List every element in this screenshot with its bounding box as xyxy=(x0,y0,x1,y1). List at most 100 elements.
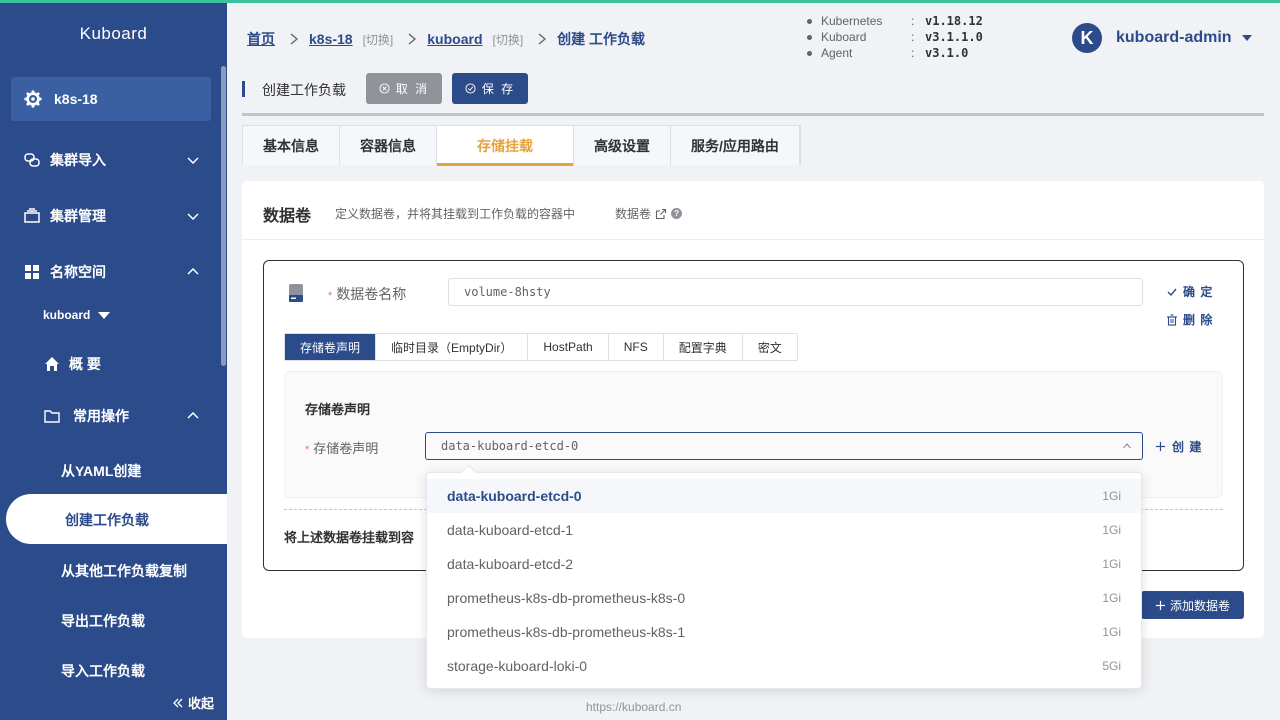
sidebar-item-label: 集群导入 xyxy=(50,152,106,168)
grid-icon xyxy=(24,264,40,280)
sidebar: Kuboard k8s-18 集群导入 集群管理 名称空间 kuboard 概 … xyxy=(0,0,227,720)
doc-link-label: 数据卷 xyxy=(615,207,652,221)
delete-button[interactable]: 删 除 xyxy=(1166,311,1213,328)
confirm-label: 确 定 xyxy=(1183,285,1214,299)
double-chevron-left-icon xyxy=(173,698,183,707)
close-circle-icon xyxy=(379,83,390,94)
card-header: 数据卷 定义数据卷，并将其挂载到工作负载的容器中 数据卷 ? xyxy=(242,181,1264,240)
option-name: storage-kuboard-loki-0 xyxy=(447,658,588,674)
tab-nfs[interactable]: NFS xyxy=(608,334,664,360)
chevron-down-icon xyxy=(187,157,199,165)
volume-name-input[interactable]: volume-8hsty xyxy=(448,278,1143,306)
caret-down-icon xyxy=(98,311,111,319)
chevron-up-icon xyxy=(1123,443,1131,449)
sidebar-scrollbar[interactable] xyxy=(221,66,227,706)
cluster-selector[interactable]: k8s-18 xyxy=(11,77,211,121)
tab-secret[interactable]: 密文 xyxy=(742,334,797,360)
sidebar-item-copy-workload[interactable]: 从其他工作负载复制 xyxy=(61,561,187,581)
confirm-button[interactable]: 确 定 xyxy=(1166,283,1213,300)
required-mark: * xyxy=(328,290,333,302)
tab-configmap[interactable]: 配置字典 xyxy=(663,334,743,360)
tab-storage-mount[interactable]: 存储挂载 xyxy=(437,126,574,166)
footer-link[interactable]: https://kuboard.cn xyxy=(586,700,681,714)
breadcrumb-namespace[interactable]: kuboard xyxy=(427,31,482,47)
dropdown-option[interactable]: data-kuboard-etcd-1 1Gi xyxy=(427,513,1141,547)
version-value: v3.1.1.0 xyxy=(925,30,983,44)
option-size: 1Gi xyxy=(1102,523,1121,537)
pvc-select[interactable]: data-kuboard-etcd-0 xyxy=(425,432,1143,460)
tab-hostpath[interactable]: HostPath xyxy=(528,334,609,360)
version-row: Agent: v3.1.0 xyxy=(807,45,983,61)
dropdown-option[interactable]: data-kuboard-etcd-0 1Gi xyxy=(427,479,1141,513)
sidebar-item-create-workload[interactable]: 创建工作负载 xyxy=(6,494,227,544)
pvc-label-text: 存储卷声明 xyxy=(313,441,379,456)
trash-icon xyxy=(1167,313,1177,326)
sidebar-item-cluster-import[interactable]: 集群导入 xyxy=(0,140,222,180)
tab-advanced-settings[interactable]: 高级设置 xyxy=(574,126,671,165)
option-size: 1Gi xyxy=(1102,625,1121,639)
required-mark: * xyxy=(305,444,310,456)
collapse-button[interactable]: 收起 xyxy=(172,693,214,712)
tab-basic-info[interactable]: 基本信息 xyxy=(243,126,340,165)
check-circle-icon xyxy=(465,83,476,94)
sidebar-item-export-workload[interactable]: 导出工作负载 xyxy=(61,611,145,631)
switch-cluster-link[interactable]: [切换] xyxy=(363,31,394,48)
volume-doc-link[interactable]: 数据卷 ? xyxy=(615,205,683,222)
tab-container-info[interactable]: 容器信息 xyxy=(340,126,437,165)
pvc-field-label: * 存储卷声明 xyxy=(305,438,378,457)
gear-icon xyxy=(23,89,43,109)
scrollbar-thumb[interactable] xyxy=(221,66,226,366)
version-name: Agent xyxy=(821,46,853,60)
create-pvc-button[interactable]: 创 建 xyxy=(1155,438,1202,455)
add-volume-label: 添加数据卷 xyxy=(1169,598,1230,613)
help-icon[interactable]: ? xyxy=(671,208,683,219)
dropdown-option[interactable]: storage-kuboard-loki-0 5Gi xyxy=(427,649,1141,683)
card-description: 定义数据卷，并将其挂载到工作负载的容器中 xyxy=(335,207,576,221)
switch-namespace-link[interactable]: [切换] xyxy=(493,31,524,48)
sidebar-item-common-ops[interactable]: 常用操作 xyxy=(0,396,222,436)
breadcrumb-cluster[interactable]: k8s-18 xyxy=(309,31,353,47)
bullet-dot xyxy=(807,34,812,40)
chevron-down-icon xyxy=(187,213,199,221)
sidebar-item-label: 创建工作负载 xyxy=(65,512,149,528)
page-toolbar: 创建工作负载 取 消 保 存 xyxy=(242,70,1264,116)
add-volume-button[interactable]: 添加数据卷 xyxy=(1141,591,1244,619)
page-title: 创建工作负载 xyxy=(262,82,346,98)
caret-down-icon xyxy=(1241,35,1252,41)
plus-icon xyxy=(1155,441,1166,452)
sidebar-item-namespace[interactable]: 名称空间 xyxy=(0,252,222,292)
header: 首页 k8s-18 [切换] kuboard [切换] 创建 工作负载 Kube… xyxy=(227,3,1280,65)
version-name: Kuboard xyxy=(821,30,867,44)
option-size: 1Gi xyxy=(1102,489,1121,503)
tab-emptydir[interactable]: 临时目录（EmptyDir） xyxy=(376,334,529,360)
avatar: K xyxy=(1072,23,1102,53)
app-title: Kuboard xyxy=(79,24,148,43)
breadcrumb-home[interactable]: 首页 xyxy=(247,29,275,49)
delete-label: 删 除 xyxy=(1183,313,1214,327)
sidebar-item-cluster-manage[interactable]: 集群管理 xyxy=(0,196,222,236)
box-icon xyxy=(24,208,40,224)
option-size: 5Gi xyxy=(1102,659,1121,673)
volume-name-text: 数据卷名称 xyxy=(336,286,407,302)
dropdown-option[interactable]: prometheus-k8s-db-prometheus-k8s-0 1Gi xyxy=(427,581,1141,615)
dropdown-option[interactable]: prometheus-k8s-db-prometheus-k8s-1 1Gi xyxy=(427,615,1141,649)
tab-service-route[interactable]: 服务/应用路由 xyxy=(671,126,800,165)
user-menu[interactable]: K kuboard-admin xyxy=(1072,23,1252,53)
version-value: v1.18.12 xyxy=(925,14,983,28)
namespace-selector[interactable]: kuboard xyxy=(43,308,111,322)
tab-pvc[interactable]: 存储卷声明 xyxy=(285,334,377,360)
sidebar-item-import-workload[interactable]: 导入工作负载 xyxy=(61,661,145,681)
chevron-right-icon xyxy=(290,33,299,45)
pvc-dropdown: data-kuboard-etcd-0 1Gi data-kuboard-etcd… xyxy=(426,472,1142,689)
dropdown-option[interactable]: data-kuboard-etcd-2 1Gi xyxy=(427,547,1141,581)
chevron-right-icon xyxy=(408,33,417,45)
sidebar-item-label: 名称空间 xyxy=(50,264,106,280)
save-button[interactable]: 保 存 xyxy=(452,73,528,104)
option-size: 1Gi xyxy=(1102,557,1121,571)
sidebar-item-from-yaml[interactable]: 从YAML创建 xyxy=(61,461,141,481)
version-row: Kubernetes: v1.18.12 xyxy=(807,13,983,29)
cancel-button[interactable]: 取 消 xyxy=(366,73,442,104)
sidebar-item-overview[interactable]: 概 要 xyxy=(0,344,222,384)
chevron-up-icon xyxy=(187,411,199,419)
version-row: Kuboard: v3.1.1.0 xyxy=(807,29,983,45)
